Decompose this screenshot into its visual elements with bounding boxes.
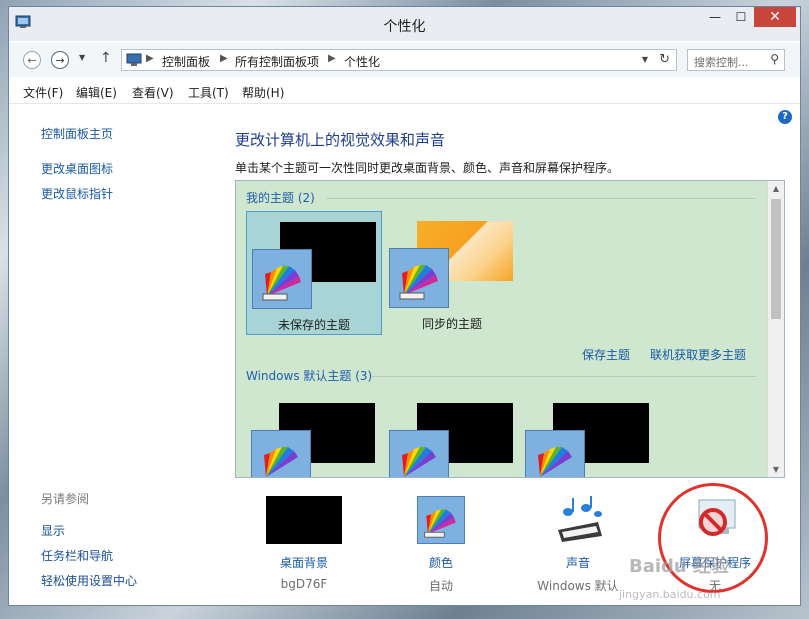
see-also-heading: 另请参阅 (41, 492, 90, 506)
scrollbar-thumb[interactable] (771, 199, 781, 319)
breadcrumb-personalization[interactable]: 个性化 (344, 53, 380, 70)
color-palette-icon (252, 249, 312, 309)
group-divider (326, 198, 756, 199)
color-label: 颜色 (428, 556, 453, 570)
theme-windows-default-2[interactable] (384, 393, 520, 477)
search-placeholder: 搜索控制... (694, 56, 749, 69)
breadcrumb-separator-icon: ▶ (220, 53, 228, 64)
color-palette-icon (389, 248, 449, 308)
page-heading: 更改计算机上的视觉效果和声音 (235, 131, 446, 149)
refresh-icon[interactable]: ↻ (659, 52, 670, 67)
search-input[interactable]: 搜索控制... ⚲ (687, 49, 785, 71)
windows-default-themes-title: Windows 默认主题 (3) (246, 369, 373, 383)
sound-setting[interactable]: 声音 Windows 默认 (523, 496, 633, 594)
sound-label: 声音 (565, 556, 590, 570)
theme-label: 未保存的主题 (277, 318, 350, 332)
sidebar-control-panel-home[interactable]: 控制面板主页 (41, 125, 113, 142)
theme-list-panel: 我的主题 (2) 未保存的主题 同步的主题 保存主题 联机获取更多主题 Wind… (235, 180, 785, 478)
theme-label: 同步的主题 (421, 317, 482, 331)
theme-synced[interactable]: 同步的主题 (384, 211, 520, 335)
color-palette-icon (525, 430, 585, 477)
search-icon[interactable]: ⚲ (770, 52, 779, 66)
window-title: 个性化 (383, 19, 426, 35)
minimize-button[interactable]: — (702, 7, 728, 27)
color-palette-icon (417, 496, 465, 544)
menu-file[interactable]: 文件(F) (23, 84, 63, 101)
watermark-url: jingyan.baidu.com (619, 588, 721, 601)
sound-value: Windows 默认 (537, 579, 619, 593)
menu-tools[interactable]: 工具(T) (188, 84, 229, 101)
watermark-text: Baidu 经验 (629, 556, 730, 577)
control-panel-icon (126, 53, 142, 66)
see-also-taskbar-navigation[interactable]: 任务栏和导航 (41, 547, 113, 564)
scroll-up-icon[interactable]: ▲ (768, 184, 784, 193)
see-also-display[interactable]: 显示 (41, 522, 65, 539)
sidebar-change-mouse-pointer[interactable]: 更改鼠标指针 (41, 185, 113, 202)
personalization-window: 个性化 — ☐ ✕ ← → ▼ ↑ ▶ 控制面板 ▶ 所有控制面板项 ▶ 个性化… (8, 6, 801, 606)
address-row: ← → ▼ ↑ ▶ 控制面板 ▶ 所有控制面板项 ▶ 个性化 ▼ ↻ 搜索控制.… (9, 43, 800, 77)
theme-list-scrollbar[interactable]: ▲ ▼ (767, 181, 784, 477)
color-setting[interactable]: 颜色 自动 (386, 496, 496, 594)
breadcrumb-separator-icon: ▶ (146, 53, 154, 64)
desktop-background-thumb (266, 496, 342, 544)
theme-windows-default-3[interactable] (520, 393, 656, 477)
menu-view[interactable]: 查看(V) (132, 84, 174, 101)
address-bar[interactable]: ▶ 控制面板 ▶ 所有控制面板项 ▶ 个性化 ▼ ↻ (121, 49, 677, 71)
color-palette-icon (251, 430, 311, 477)
see-also-ease-of-access[interactable]: 轻松使用设置中心 (41, 572, 137, 589)
get-more-themes-link[interactable]: 联机获取更多主题 (650, 346, 746, 363)
theme-unsaved[interactable]: 未保存的主题 (246, 211, 382, 335)
scroll-down-icon[interactable]: ▼ (768, 465, 784, 474)
sound-music-icon (558, 496, 602, 542)
my-themes-group-title: 我的主题 (2) (246, 191, 315, 205)
forward-arrow-icon[interactable]: → (51, 51, 69, 69)
page-description: 单击某个主题可一次性同时更改桌面背景、颜色、声音和屏幕保护程序。 (235, 161, 620, 175)
close-button[interactable]: ✕ (754, 7, 796, 27)
group-divider (372, 376, 756, 377)
color-value: 自动 (428, 579, 453, 593)
breadcrumb-control-panel[interactable]: 控制面板 (162, 53, 210, 70)
address-dropdown-icon[interactable]: ▼ (642, 55, 648, 64)
content-area: ? 控制面板主页 更改桌面图标 更改鼠标指针 另请参阅 显示 任务栏和导航 轻松… (9, 104, 800, 605)
recent-pages-chevron-icon[interactable]: ▼ (79, 53, 85, 62)
sidebar-change-desktop-icons[interactable]: 更改桌面图标 (41, 160, 113, 177)
desktop-background-label: 桌面背景 (279, 556, 328, 570)
desktop-background-setting[interactable]: 桌面背景 bgD76F (249, 496, 359, 591)
color-palette-icon (389, 430, 449, 477)
breadcrumb-separator-icon: ▶ (328, 53, 336, 64)
help-icon[interactable]: ? (778, 110, 792, 124)
menu-help[interactable]: 帮助(H) (242, 84, 284, 101)
menu-edit[interactable]: 编辑(E) (76, 84, 117, 101)
theme-windows-default-1[interactable] (246, 393, 382, 477)
breadcrumb-all-items[interactable]: 所有控制面板项 (235, 53, 319, 70)
up-arrow-icon[interactable]: ↑ (100, 50, 112, 66)
maximize-button[interactable]: ☐ (728, 7, 754, 27)
desktop-background-value: bgD76F (280, 577, 328, 591)
save-theme-link[interactable]: 保存主题 (582, 346, 630, 363)
menu-bar: 文件(F) 编辑(E) 查看(V) 工具(T) 帮助(H) (9, 79, 800, 104)
title-bar[interactable]: 个性化 — ☐ ✕ (9, 7, 800, 41)
back-arrow-icon[interactable]: ← (23, 51, 41, 69)
